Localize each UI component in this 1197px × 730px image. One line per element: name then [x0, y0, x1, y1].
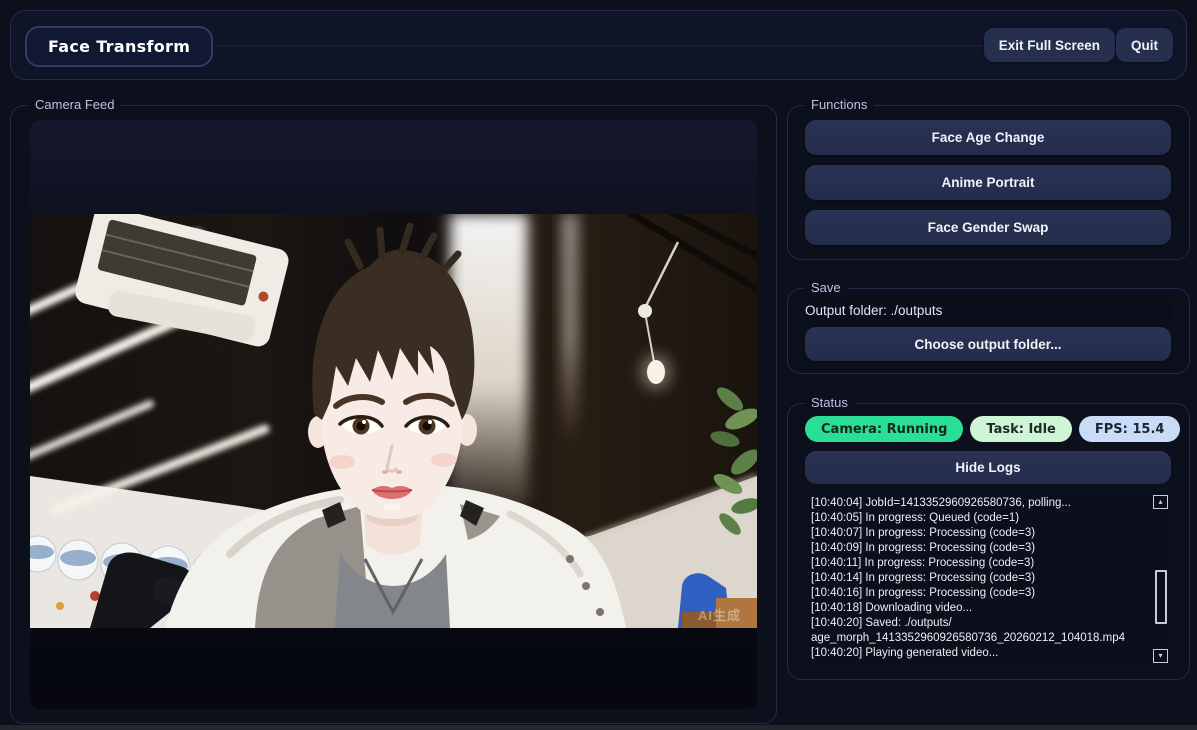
fps-badge: FPS: 15.4: [1079, 416, 1181, 442]
app-title-pill: Face Transform: [25, 26, 213, 67]
hide-logs-button[interactable]: Hide Logs: [805, 451, 1171, 484]
scrollbar-up-button[interactable]: ▴: [1153, 495, 1168, 509]
camera-feed-label: Camera Feed: [28, 97, 121, 112]
scrollbar-down-button[interactable]: ▾: [1153, 649, 1168, 663]
video-scene: [30, 214, 757, 628]
video-container: AI生成: [30, 120, 757, 709]
log-line: [10:40:04] JobId=1413352960926580736, po…: [811, 496, 1148, 511]
bottom-edge-strip: [0, 725, 1197, 730]
scroll-up-icon: ▴: [1158, 498, 1162, 506]
log-line: [10:40:16] In progress: Processing (code…: [811, 586, 1148, 601]
app-window: Face Transform Exit Full Screen Quit Cam…: [0, 0, 1197, 730]
choose-output-folder-button[interactable]: Choose output folder...: [805, 327, 1171, 361]
status-label: Status: [804, 395, 855, 410]
log-line: [10:40:11] In progress: Processing (code…: [811, 556, 1148, 571]
camera-feed-group: Camera Feed: [10, 105, 777, 724]
scroll-down-icon: ▾: [1158, 652, 1162, 660]
functions-group: Functions Face Age Change Anime Portrait…: [787, 105, 1190, 260]
scrollbar-thumb[interactable]: [1155, 570, 1167, 624]
exit-full-screen-button[interactable]: Exit Full Screen: [984, 28, 1115, 62]
status-badge-row: Camera: Running Task: Idle FPS: 15.4: [805, 416, 1180, 442]
anime-portrait-button[interactable]: Anime Portrait: [805, 165, 1171, 200]
output-folder-text: Output folder: ./outputs: [805, 299, 1171, 321]
log-line: age_morph_1413352960926580736_20260212_1…: [811, 631, 1148, 646]
log-line: [10:40:20] Playing generated video...: [811, 646, 1148, 661]
top-bar: Face Transform Exit Full Screen Quit: [10, 10, 1187, 80]
camera-status-badge: Camera: Running: [805, 416, 963, 442]
task-status-badge: Task: Idle: [970, 416, 1072, 442]
log-line: [10:40:05] In progress: Queued (code=1): [811, 511, 1148, 526]
top-bar-divider: [201, 45, 1011, 46]
save-group: Save Output folder: ./outputs Choose out…: [787, 288, 1190, 374]
face-gender-swap-button[interactable]: Face Gender Swap: [805, 210, 1171, 245]
video-watermark: AI生成: [698, 605, 741, 624]
log-line: [10:40:18] Downloading video...: [811, 601, 1148, 616]
log-line: [10:40:20] Saved: ./outputs/: [811, 616, 1148, 631]
quit-button[interactable]: Quit: [1116, 28, 1173, 62]
log-line: [10:40:07] In progress: Processing (code…: [811, 526, 1148, 541]
log-line: [10:40:14] In progress: Processing (code…: [811, 571, 1148, 586]
camera-video: AI生成: [30, 214, 757, 628]
status-group: Status Camera: Running Task: Idle FPS: 1…: [787, 403, 1190, 680]
face-age-change-button[interactable]: Face Age Change: [805, 120, 1171, 155]
functions-label: Functions: [804, 97, 874, 112]
app-title: Face Transform: [48, 37, 190, 56]
log-line: [10:40:09] In progress: Processing (code…: [811, 541, 1148, 556]
save-label: Save: [804, 280, 848, 295]
log-output[interactable]: [10:40:04] JobId=1413352960926580736, po…: [805, 492, 1172, 666]
